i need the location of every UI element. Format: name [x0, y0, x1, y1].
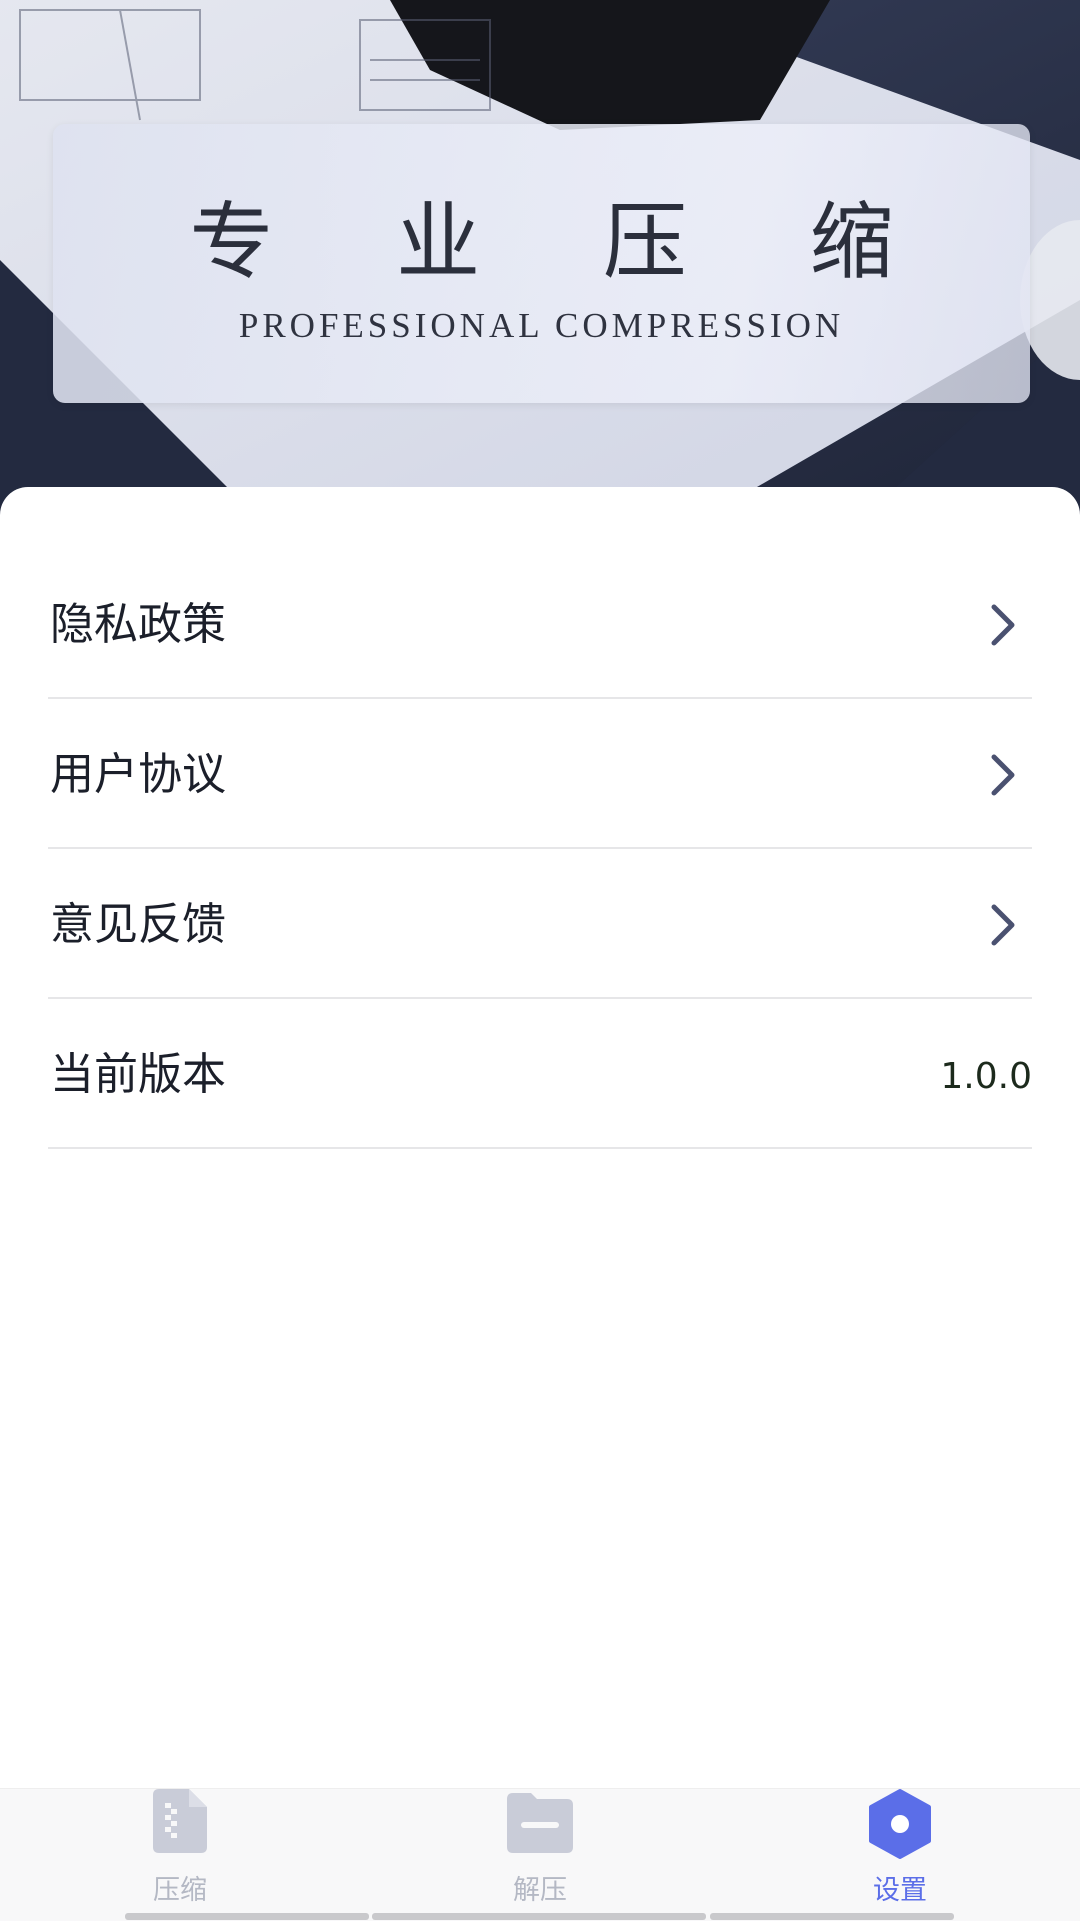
- chevron-right-icon: [991, 904, 1015, 946]
- chevron-right-icon: [991, 754, 1015, 796]
- home-indicator-segment: [372, 1913, 706, 1920]
- settings-sheet: 隐私政策 用户协议 意见反馈 当前版本 1.0.0: [0, 487, 1080, 1787]
- settings-item-label: 用户协议: [50, 749, 226, 800]
- settings-item-label: 当前版本: [50, 1049, 226, 1100]
- tab-label: 解压: [513, 1875, 567, 1906]
- banner-card: 专 业 压 缩 PROFESSIONAL COMPRESSION: [53, 124, 1030, 403]
- settings-hexagon-icon: [869, 1789, 931, 1859]
- banner-subtitle: PROFESSIONAL COMPRESSION: [238, 306, 845, 345]
- settings-item-label: 隐私政策: [50, 599, 226, 650]
- user-agreement-row[interactable]: 用户协议: [48, 699, 1032, 849]
- version-value: 1.0.0: [940, 1056, 1032, 1097]
- tab-label: 设置: [873, 1875, 927, 1906]
- feedback-row[interactable]: 意见反馈: [48, 849, 1032, 999]
- settings-list: 隐私政策 用户协议 意见反馈 当前版本 1.0.0: [48, 549, 1032, 1149]
- tab-settings[interactable]: 设置: [720, 1789, 1080, 1921]
- version-row: 当前版本 1.0.0: [48, 999, 1032, 1149]
- zip-file-icon: [153, 1789, 207, 1853]
- folder-icon: [507, 1793, 573, 1853]
- chevron-right-icon: [991, 604, 1015, 646]
- privacy-policy-row[interactable]: 隐私政策: [48, 549, 1032, 699]
- hero-banner: 专 业 压 缩 PROFESSIONAL COMPRESSION: [0, 0, 1080, 520]
- bottom-tab-bar: 压缩 解压 设置: [0, 1788, 1080, 1921]
- settings-item-label: 意见反馈: [50, 899, 226, 950]
- banner-title: 专 业 压 缩: [189, 193, 942, 291]
- tab-compress[interactable]: 压缩: [0, 1789, 360, 1921]
- tab-extract[interactable]: 解压: [360, 1789, 720, 1921]
- home-indicator-segment: [710, 1913, 954, 1920]
- home-indicator-segment: [125, 1913, 369, 1920]
- tab-label: 压缩: [153, 1875, 207, 1906]
